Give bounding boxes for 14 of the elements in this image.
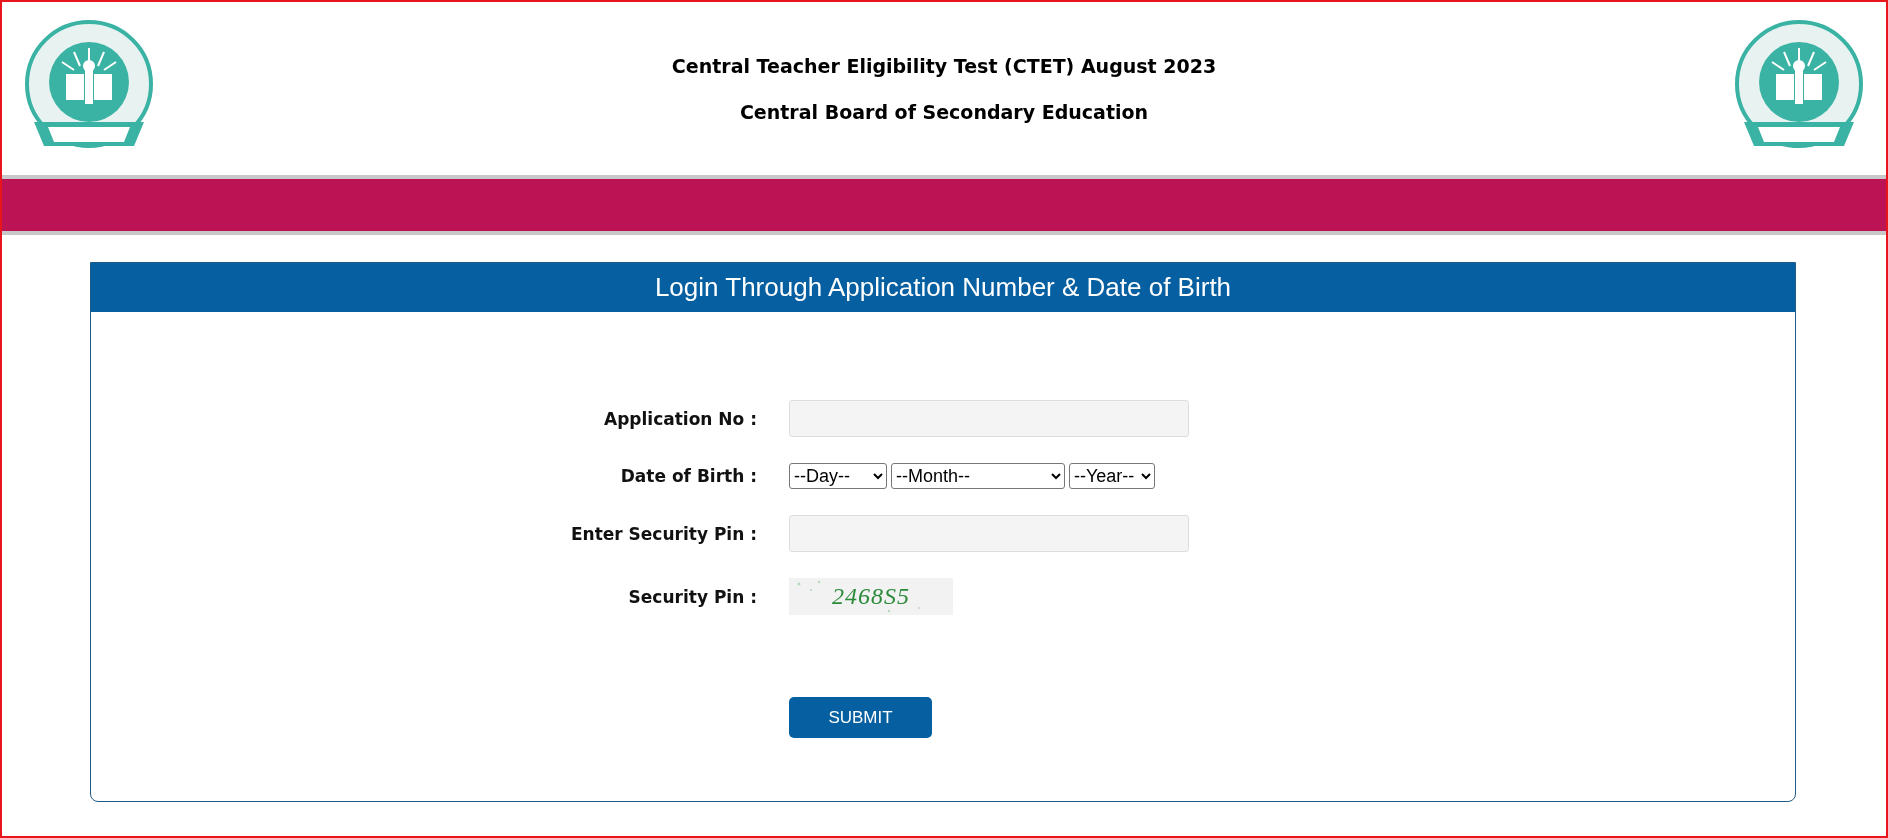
input-field[interactable] xyxy=(789,515,1189,552)
board-name: Central Board of Secondary Education xyxy=(739,100,1149,123)
exam-title: Central Teacher Eligibility Test (CTET) August 2023 xyxy=(671,54,1217,77)
date-select[interactable]: --Year-- xyxy=(1069,463,1155,489)
submit-button[interactable]: SUBMIT xyxy=(789,697,932,738)
captcha-image: 2468S5 xyxy=(789,578,953,615)
date-select[interactable]: --Day-- xyxy=(789,463,887,489)
field-label: Enter Security Pin : xyxy=(569,523,757,544)
input-field[interactable] xyxy=(789,400,1189,437)
panel-heading: Login Through Application Number & Date of Birth xyxy=(91,263,1795,312)
date-select[interactable]: --Month-- xyxy=(891,463,1065,489)
field-label: Date of Birth : xyxy=(619,466,757,486)
field-label: Application No : xyxy=(603,408,757,429)
field-label: Security Pin : xyxy=(627,586,757,607)
